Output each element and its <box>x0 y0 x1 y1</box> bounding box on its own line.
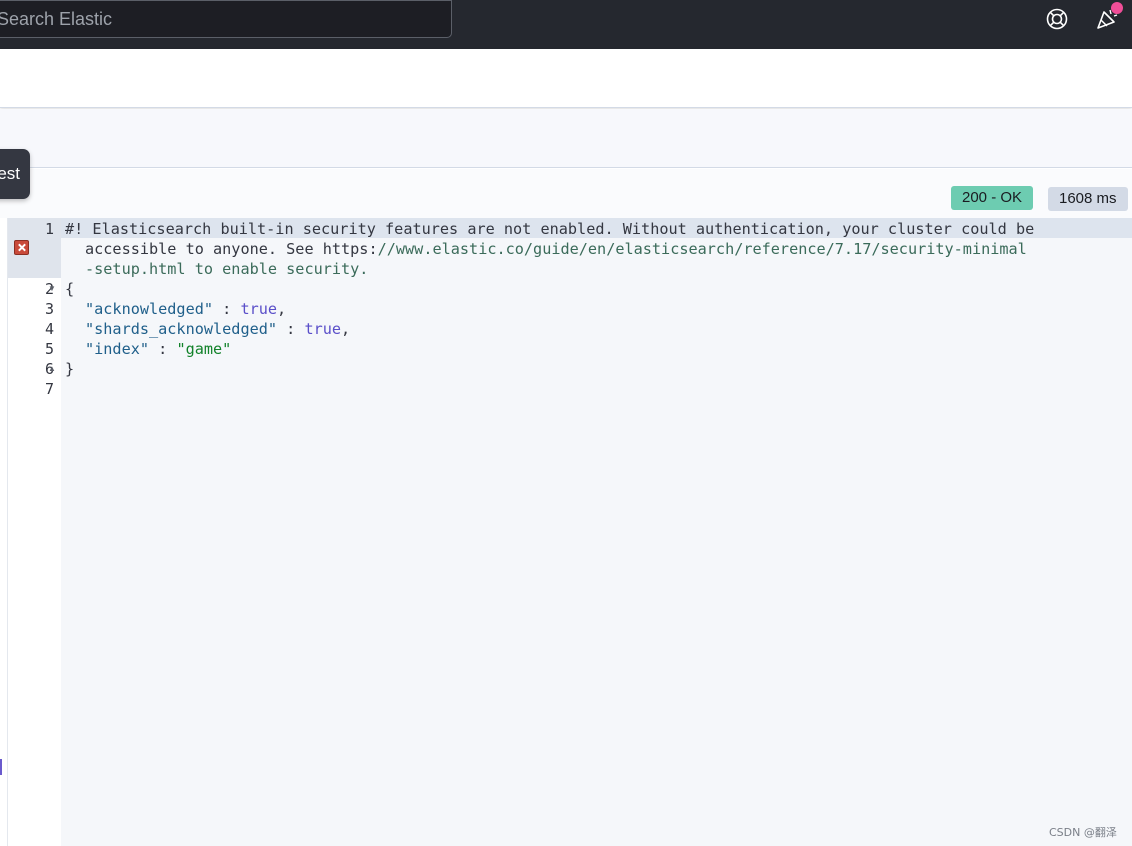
editor-side-strip <box>0 218 8 846</box>
notification-dot <box>1111 2 1123 14</box>
code-brace-close: } <box>65 360 75 378</box>
watermark: CSDN @翻泽 <box>1049 826 1117 839</box>
response-time-badge: 1608 ms <box>1048 187 1128 211</box>
error-marker-icon[interactable] <box>14 240 29 255</box>
response-editor[interactable]: 1 2 ▼ 3 4 5 6 ▲ 7 #! Elasticsearch built… <box>0 218 1132 846</box>
json-value: "game" <box>176 340 232 358</box>
console-toolbar <box>0 109 1132 168</box>
json-comma: , <box>277 300 287 318</box>
code-line-warning-wrap: accessible to anyone. See https://www.el… <box>85 239 1027 259</box>
code-row: "acknowledged" : true, <box>85 299 286 319</box>
json-value: true <box>240 300 278 318</box>
line-number: 3 <box>44 300 54 318</box>
fold-open-icon[interactable]: ▼ <box>48 279 56 299</box>
json-comma: , <box>341 320 351 338</box>
search-box[interactable] <box>0 0 452 38</box>
code-area[interactable]: #! Elasticsearch built-in security featu… <box>61 218 1132 846</box>
code-line-warning: #! Elasticsearch built-in security featu… <box>65 220 1035 238</box>
code-brace-open: { <box>65 280 75 298</box>
line-number: 4 <box>44 320 54 338</box>
json-sep: : <box>277 320 305 338</box>
line-number: 5 <box>44 340 54 358</box>
search-input[interactable] <box>0 1 451 37</box>
status-badge: 200 - OK <box>951 186 1034 210</box>
editor-gutter: 1 2 ▼ 3 4 5 6 ▲ 7 <box>8 218 61 846</box>
line-number: 7 <box>44 380 54 398</box>
warning-text: accessible to anyone. See https: <box>85 240 378 258</box>
page-header <box>0 49 1132 108</box>
json-sep: : <box>213 300 241 318</box>
send-request-button[interactable]: est <box>0 149 30 199</box>
code-row: "index" : "game" <box>85 339 231 359</box>
help-lifebuoy-icon[interactable] <box>1045 7 1069 31</box>
line-number: 1 <box>44 220 54 238</box>
top-nav-bar <box>0 0 1132 49</box>
warning-url: //www.elastic.co/guide/en/elasticsearch/… <box>377 240 1027 258</box>
code-line-warning-wrap: -setup.html to enable security. <box>85 260 369 278</box>
json-key: "index" <box>85 340 150 358</box>
json-key: "shards_acknowledged" <box>85 320 278 338</box>
fold-close-icon[interactable]: ▲ <box>48 359 56 379</box>
json-key: "acknowledged" <box>85 300 214 318</box>
scroll-marker <box>0 759 2 775</box>
json-sep: : <box>149 340 177 358</box>
code-row: "shards_acknowledged" : true, <box>85 319 350 339</box>
json-value: true <box>304 320 342 338</box>
